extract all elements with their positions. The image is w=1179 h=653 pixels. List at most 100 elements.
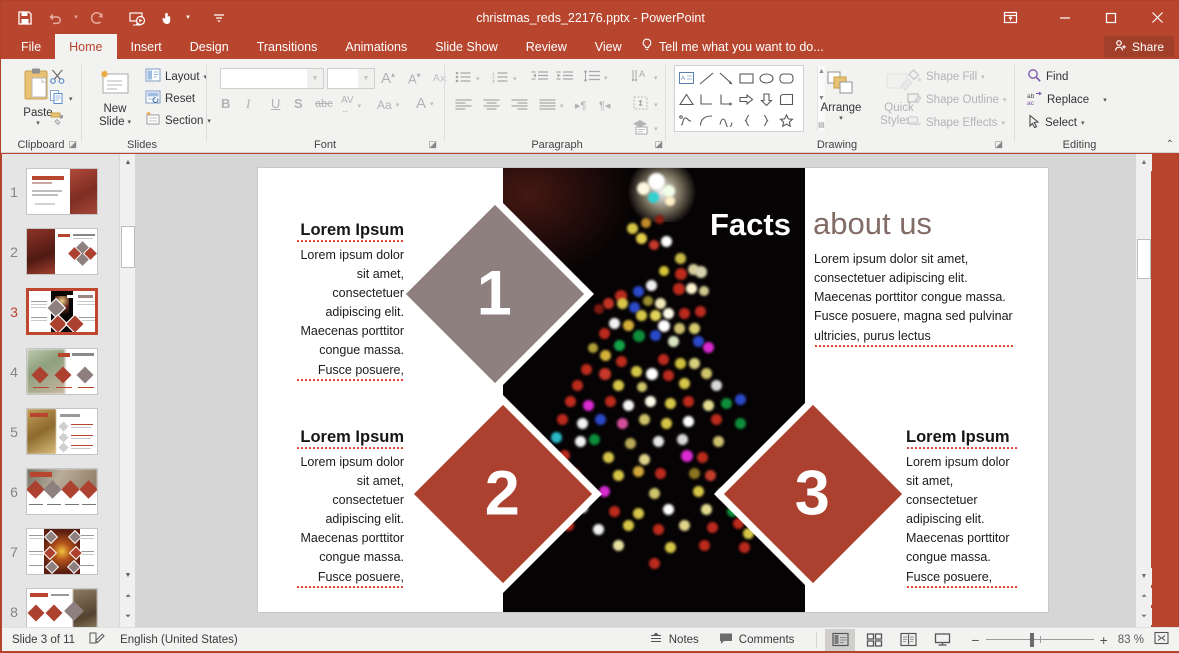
slide-sorter-icon[interactable]: [859, 629, 889, 651]
shape-arrow-icon[interactable]: [716, 68, 736, 88]
start-presentation-icon[interactable]: [123, 5, 151, 31]
slide-thumbnail-6[interactable]: 6: [2, 468, 121, 515]
decrease-font-size-button[interactable]: A▾: [408, 71, 421, 86]
shape-fill-dropdown-icon[interactable]: ▾: [981, 73, 985, 81]
shape-pentagon-icon[interactable]: [776, 89, 796, 109]
shape-outline-button[interactable]: Shape Outline ▾: [907, 91, 1006, 108]
arrange-button[interactable]: Arrange ▾: [812, 70, 870, 123]
slide-thumbnail-2[interactable]: 2: [2, 228, 121, 275]
slide-thumbnail-3[interactable]: 3: [2, 288, 121, 335]
panel-scroll-up-icon[interactable]: ▲: [120, 154, 136, 170]
slide-preview-3[interactable]: [26, 288, 98, 335]
minimize-icon[interactable]: [1042, 1, 1088, 34]
bold-button[interactable]: B: [221, 96, 230, 111]
zoom-slider-handle[interactable]: [1029, 632, 1034, 647]
paste-dropdown-icon[interactable]: ▾: [36, 120, 40, 128]
format-painter-button[interactable]: [49, 110, 66, 129]
shape-star-icon[interactable]: [776, 110, 796, 130]
slide-preview-4[interactable]: [26, 348, 98, 395]
slide-preview-8[interactable]: [26, 588, 98, 629]
tab-review[interactable]: Review: [512, 34, 581, 59]
text-block-1[interactable]: Lorem Ipsum Lorem ipsum dolor sit amet, …: [296, 221, 404, 381]
strikethrough-button[interactable]: abc: [315, 98, 333, 110]
slide-panel-scrollbar[interactable]: ▲ ▼ ⏶ ⏷: [119, 154, 136, 629]
tab-file[interactable]: File: [7, 34, 55, 59]
smartart-dropdown-icon[interactable]: ▾: [654, 125, 658, 133]
shape-right-brace-icon[interactable]: [756, 110, 776, 130]
cut-button[interactable]: [49, 68, 66, 88]
bullets-button[interactable]: ▾: [455, 70, 480, 87]
bullets-dropdown-icon[interactable]: ▾: [476, 75, 480, 83]
slide-scroll-up-icon[interactable]: ▲: [1136, 154, 1152, 171]
zoom-slider[interactable]: [985, 628, 1094, 652]
spell-check-status[interactable]: [85, 628, 110, 652]
text-direction-button[interactable]: A ▾: [631, 68, 658, 87]
text-direction-dropdown-icon[interactable]: ▾: [654, 74, 658, 82]
align-right-button[interactable]: [511, 99, 528, 113]
slide-preview-1[interactable]: [26, 168, 98, 215]
shape-elbow-arrow-icon[interactable]: [716, 89, 736, 109]
font-color-button[interactable]: A ▾: [416, 95, 434, 112]
ltr-direction-button[interactable]: ▸¶: [575, 99, 586, 112]
replace-button[interactable]: ab ac Replace ▾: [1027, 91, 1107, 109]
slide-thumbnail-1[interactable]: 1: [2, 168, 121, 215]
align-center-button[interactable]: [483, 99, 500, 113]
shape-triangle-icon[interactable]: [676, 89, 696, 109]
panel-scroll-thumb[interactable]: [121, 226, 135, 268]
find-button[interactable]: Find: [1027, 68, 1068, 86]
line-spacing-dropdown-icon[interactable]: ▾: [604, 74, 608, 82]
slide-thumbnail-8[interactable]: 8: [2, 588, 121, 629]
tab-home[interactable]: Home: [55, 34, 117, 59]
rtl-direction-button[interactable]: ¶◂: [599, 99, 610, 112]
zoom-level[interactable]: 83 %: [1114, 628, 1148, 652]
tab-transitions[interactable]: Transitions: [243, 34, 332, 59]
shape-right-arrow-icon[interactable]: [736, 89, 756, 109]
numbering-button[interactable]: 123 ▾: [492, 70, 517, 87]
drawing-dialog-launcher[interactable]: ◪: [994, 139, 1003, 150]
underline-button[interactable]: U: [271, 96, 280, 111]
touch-mode-dropdown-icon[interactable]: ▾: [183, 5, 193, 31]
align-text-button[interactable]: ▾: [632, 95, 658, 114]
decrease-indent-button[interactable]: [531, 70, 548, 86]
slide-preview-7[interactable]: [26, 528, 98, 575]
slide-thumbnail-5[interactable]: 5: [2, 408, 121, 455]
align-text-dropdown-icon[interactable]: ▾: [654, 101, 658, 109]
close-icon[interactable]: [1134, 1, 1179, 34]
change-case-button[interactable]: Aa ▾: [377, 98, 399, 112]
numbering-dropdown-icon[interactable]: ▾: [513, 75, 517, 83]
shape-oval-icon[interactable]: [756, 68, 776, 88]
tell-me-box[interactable]: Tell me what you want to do...: [641, 34, 824, 59]
section-button[interactable]: Section ▾: [145, 112, 211, 129]
shape-arc-icon[interactable]: [696, 110, 716, 130]
tab-view[interactable]: View: [581, 34, 636, 59]
convert-to-smartart-button[interactable]: ▾: [632, 119, 658, 138]
justify-dropdown-icon[interactable]: ▾: [560, 102, 564, 110]
slide-title-bold[interactable]: Facts: [710, 209, 791, 240]
shape-effects-button[interactable]: Shape Effects ▾: [907, 114, 1005, 131]
character-spacing-dropdown-icon[interactable]: ▾: [358, 102, 362, 110]
customize-qat-icon[interactable]: [205, 5, 233, 31]
font-name-dropdown-icon[interactable]: ▼: [307, 69, 323, 88]
paragraph-dialog-launcher[interactable]: ◪: [654, 139, 663, 150]
replace-dropdown-icon[interactable]: ▾: [1103, 96, 1107, 104]
font-size-dropdown-icon[interactable]: ▼: [358, 69, 374, 88]
undo-icon[interactable]: [41, 5, 69, 31]
shape-scribble-icon[interactable]: [676, 110, 696, 130]
previous-slide-icon[interactable]: ⏶: [120, 589, 136, 605]
justify-button[interactable]: ▾: [539, 99, 564, 113]
tab-insert[interactable]: Insert: [117, 34, 176, 59]
font-color-dropdown-icon[interactable]: ▾: [430, 100, 434, 108]
change-case-dropdown-icon[interactable]: ▾: [396, 101, 400, 109]
font-size-input[interactable]: ▼: [327, 68, 375, 89]
slide-counter[interactable]: Slide 3 of 11: [2, 628, 85, 652]
slide-previous-icon[interactable]: ⏶: [1136, 588, 1152, 605]
increase-font-size-button[interactable]: A▴: [381, 70, 395, 87]
panel-scroll-down-icon[interactable]: ▼: [120, 567, 136, 583]
reading-view-icon[interactable]: [893, 629, 923, 651]
slide-scroll-down-icon[interactable]: ▼: [1136, 568, 1152, 585]
font-name-input[interactable]: ▼: [220, 68, 324, 89]
current-slide[interactable]: 1 2 3 Facts about us Lorem ipsum dolor s…: [257, 167, 1049, 613]
save-icon[interactable]: [11, 5, 39, 31]
shape-outline-dropdown-icon[interactable]: ▾: [1003, 96, 1007, 104]
undo-dropdown-icon[interactable]: ▾: [71, 5, 81, 31]
